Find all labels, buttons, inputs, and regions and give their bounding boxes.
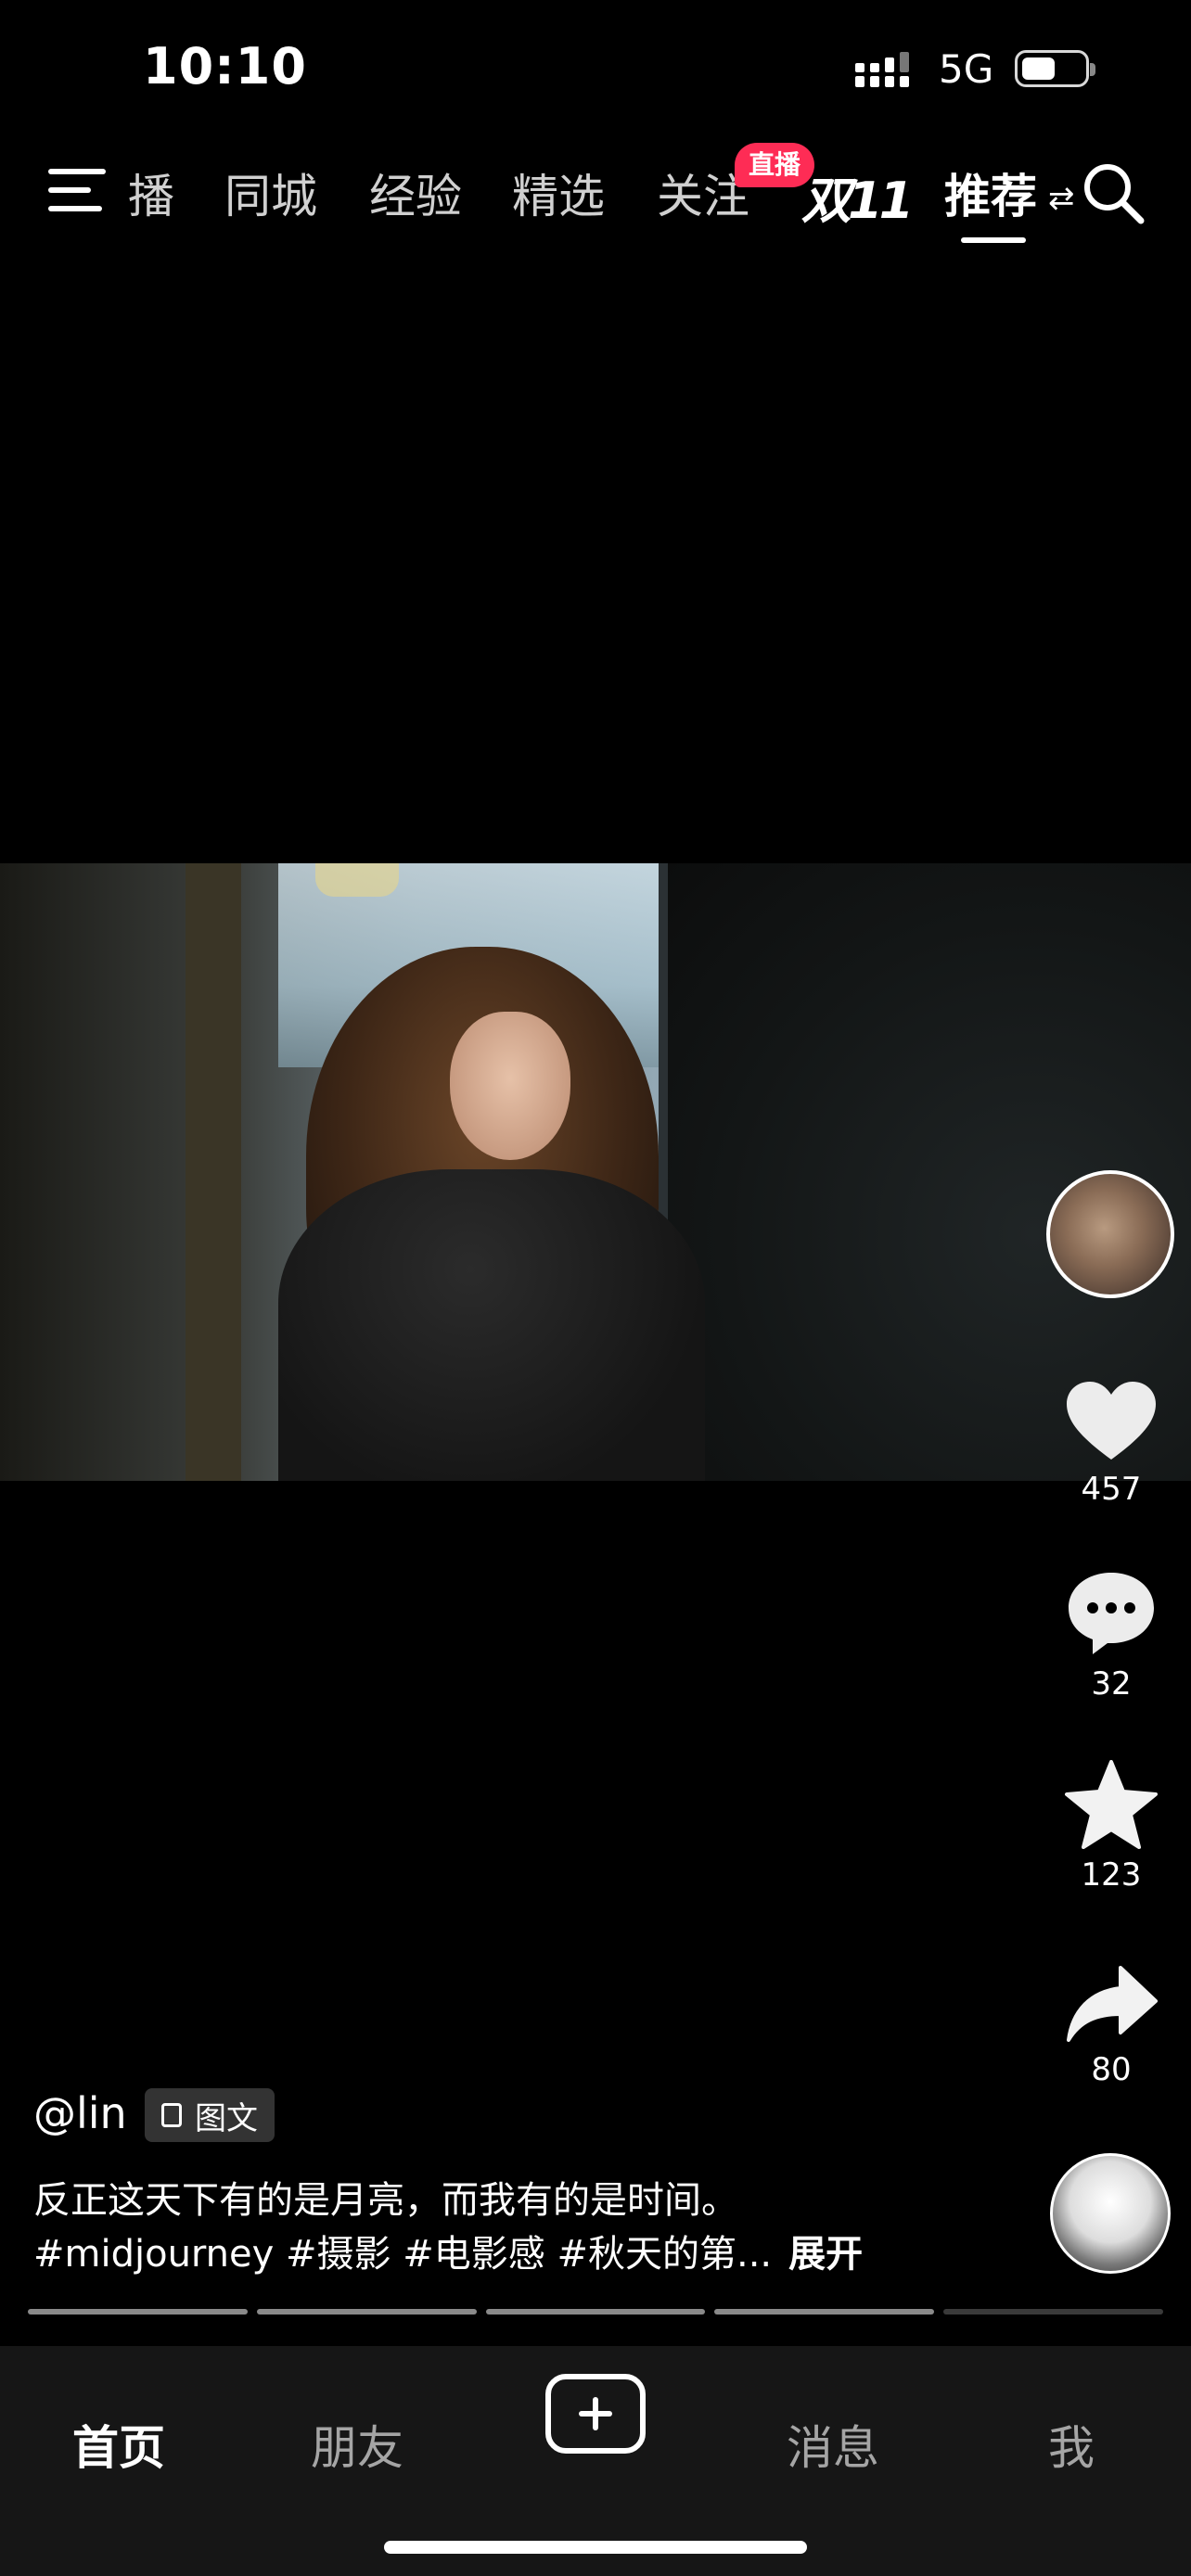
tab-featured[interactable]: 精选 (512, 159, 605, 226)
like-action[interactable]: 457 (1052, 1380, 1171, 1508)
like-count: 457 (1081, 1471, 1142, 1508)
signal-icon (855, 52, 909, 87)
comment-action[interactable]: 32 (1052, 1569, 1171, 1702)
favorite-count: 123 (1081, 1856, 1142, 1894)
bottom-tab-messages[interactable]: 消息 (787, 2411, 879, 2478)
share-count: 80 (1091, 2051, 1132, 2088)
search-icon[interactable] (1082, 161, 1146, 226)
add-icon[interactable] (545, 2374, 646, 2454)
menu-icon[interactable] (48, 169, 106, 215)
status-time: 10:10 (143, 37, 307, 96)
image-text-icon (161, 2103, 182, 2127)
switch-feed-icon[interactable]: ⇄ (1048, 180, 1075, 217)
share-action[interactable]: 80 (1052, 1964, 1171, 2088)
post-type-badge: 图文 (145, 2088, 275, 2142)
author-avatar[interactable] (1046, 1170, 1174, 1298)
post-caption: 反正这天下有的是月亮，而我有的是时间。 (33, 2179, 738, 2222)
comment-icon[interactable] (1065, 1569, 1158, 1658)
share-icon[interactable] (1065, 1964, 1158, 2044)
bottom-tab-home[interactable]: 首页 (72, 2411, 165, 2478)
favorite-action[interactable]: 123 (1052, 1760, 1171, 1894)
home-indicator[interactable] (384, 2541, 807, 2554)
expand-button[interactable]: 展开 (788, 2233, 863, 2276)
progress-segment (943, 2309, 1163, 2315)
comment-count: 32 (1091, 1665, 1132, 1702)
progress-segment (28, 2309, 248, 2315)
tab-live[interactable]: 播 (128, 159, 174, 226)
progress-segment (256, 2309, 477, 2315)
music-disc-avatar[interactable] (1050, 2153, 1171, 2274)
tab-nearby[interactable]: 同城 (224, 159, 317, 226)
image-progress (28, 2309, 1163, 2316)
top-nav: 播 同城 经验 精选 关注 直播 双11 推荐 ⇄ (0, 139, 1191, 250)
tab-recommend[interactable]: 推荐 (944, 159, 1037, 226)
double11-logo[interactable]: 双11 (801, 159, 914, 233)
author-name[interactable]: @lin (33, 2088, 127, 2138)
bottom-tab-me[interactable]: 我 (1048, 2411, 1095, 2478)
network-label: 5G (939, 46, 994, 92)
post-type-label: 图文 (195, 2099, 258, 2137)
hashtags[interactable]: #midjourney #摄影 #电影感 #秋天的第... (33, 2233, 772, 2276)
status-bar: 10:10 5G (0, 0, 1191, 139)
battery-icon (1015, 50, 1095, 87)
progress-segment (714, 2309, 935, 2315)
active-tab-indicator (961, 237, 1026, 243)
post-photo[interactable] (0, 863, 1191, 1481)
progress-segment (485, 2309, 706, 2315)
tab-experience[interactable]: 经验 (369, 159, 462, 226)
heart-icon[interactable] (1065, 1380, 1158, 1463)
star-icon[interactable] (1065, 1760, 1158, 1849)
post-tags: #midjourney #摄影 #电影感 #秋天的第... 展开 (33, 2224, 863, 2277)
bottom-tab-friends[interactable]: 朋友 (311, 2411, 403, 2478)
